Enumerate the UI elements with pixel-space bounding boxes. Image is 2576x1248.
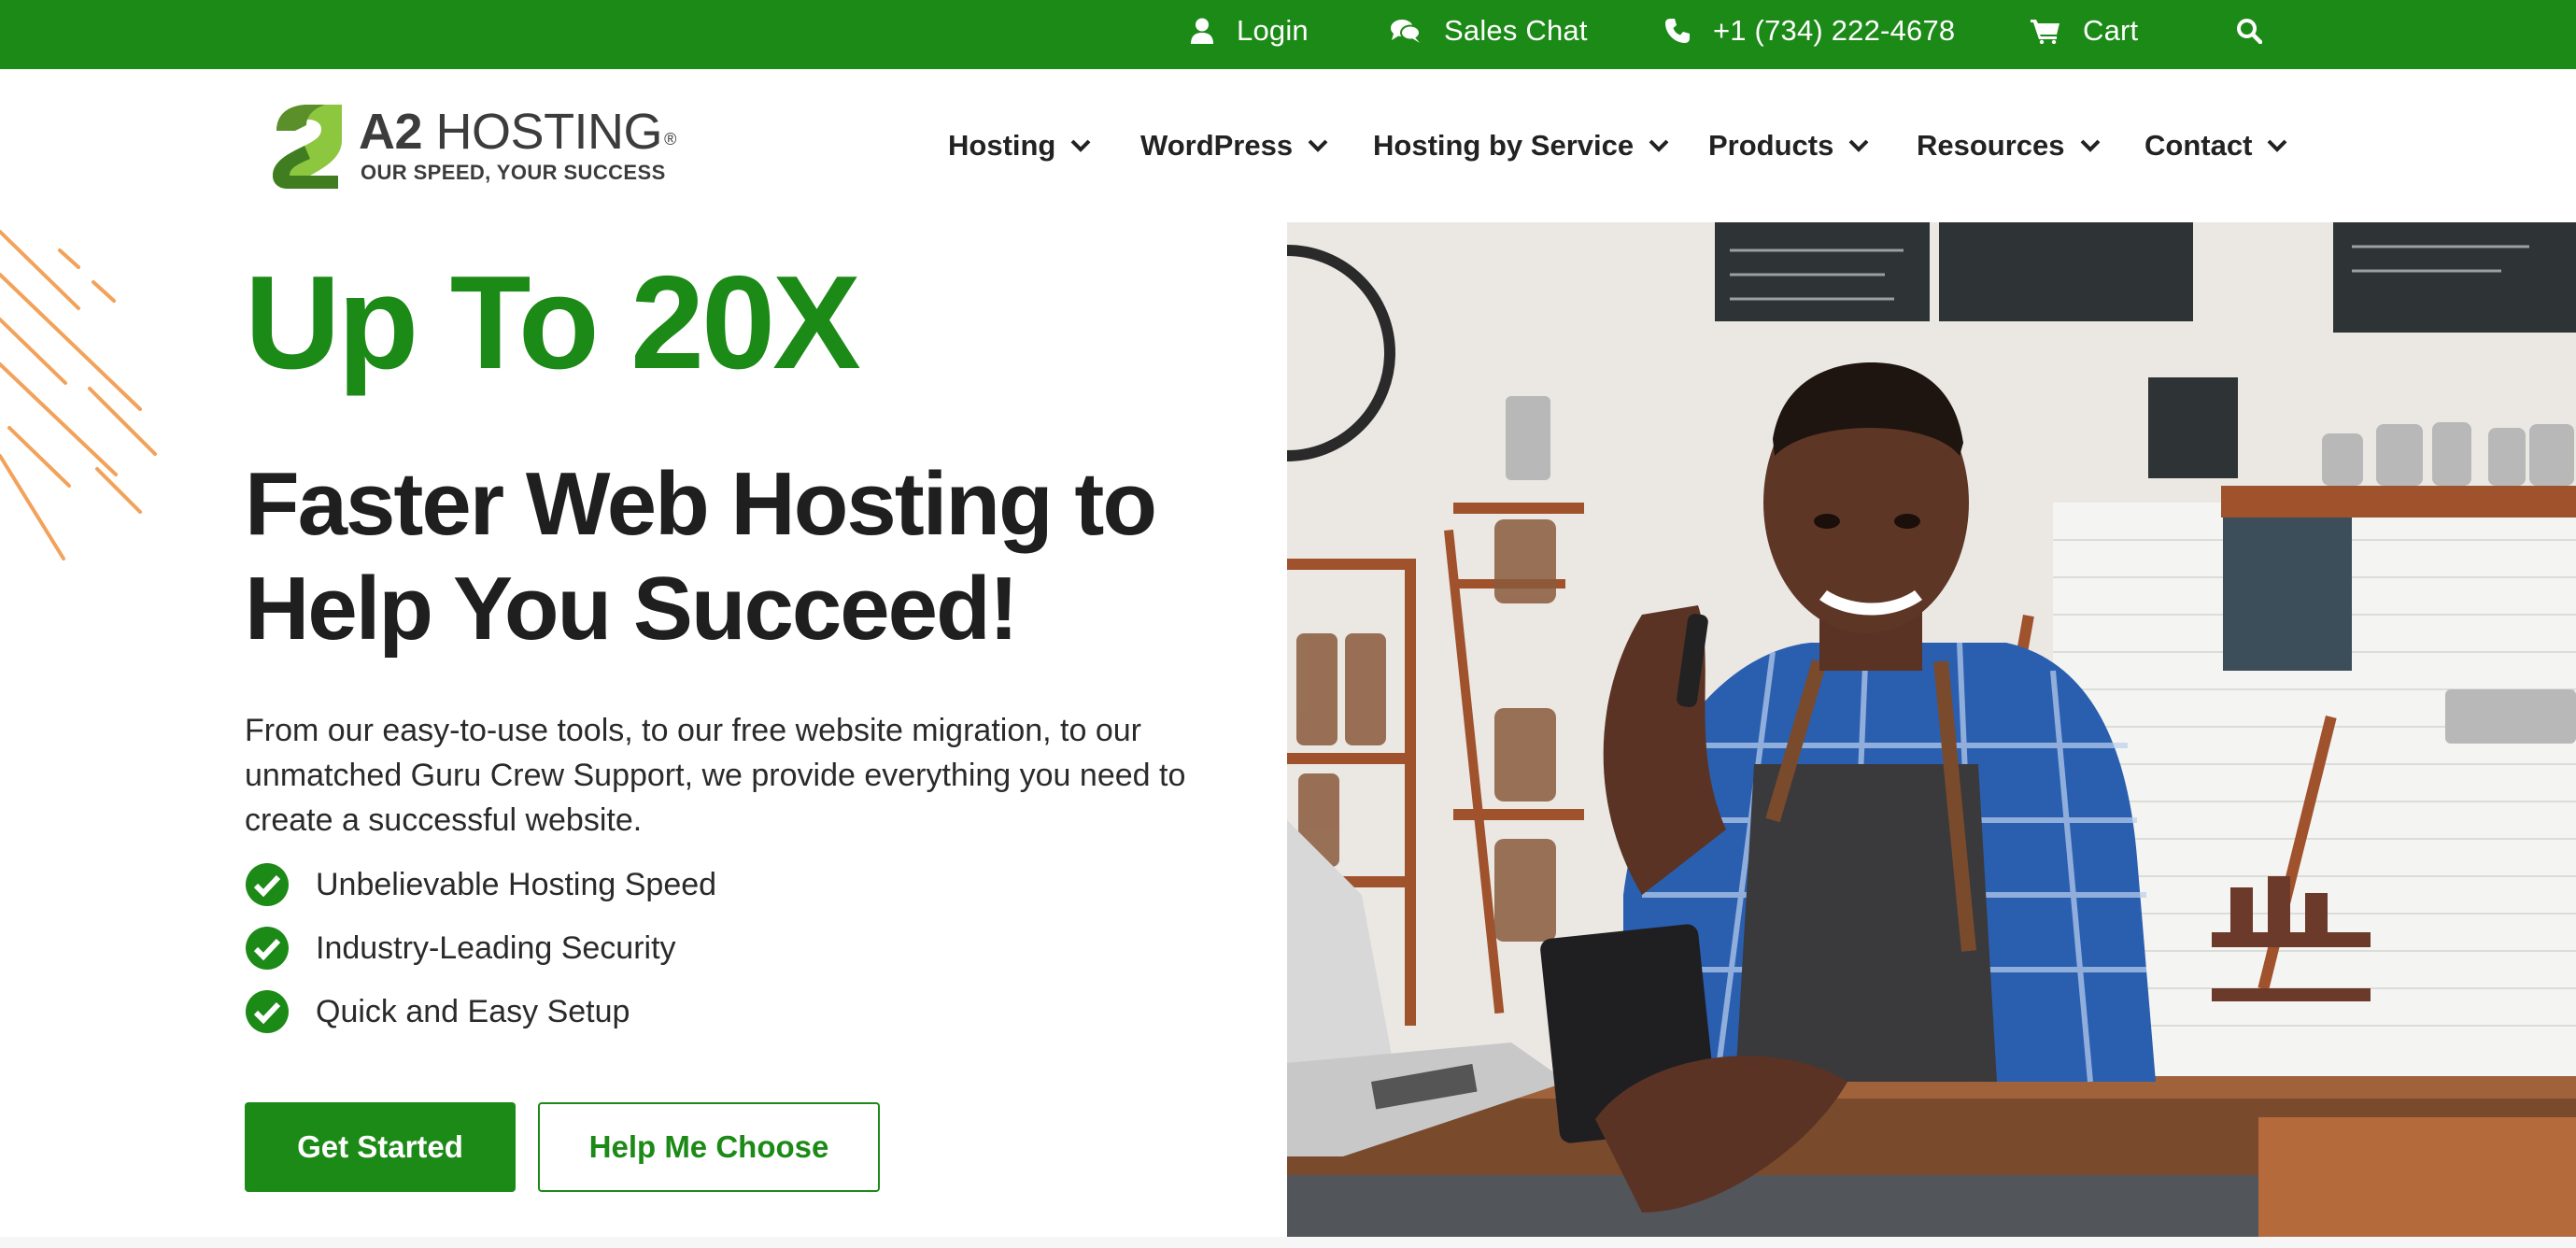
cart-icon — [2031, 20, 2059, 44]
top-utility-bar: Login Sales Chat +1 (734) 222-4678 Cart — [0, 0, 2576, 69]
help-me-choose-button[interactable]: Help Me Choose — [538, 1102, 880, 1192]
nav-resources-label: Resources — [1917, 129, 2065, 162]
login-link[interactable]: Login — [1190, 0, 1309, 62]
logo-tagline: OUR SPEED, YOUR SUCCESS — [361, 161, 666, 184]
check-circle-icon — [246, 927, 289, 970]
chevron-down-icon — [1649, 139, 1669, 152]
chat-bubbles-icon — [1391, 20, 1421, 43]
cart-link[interactable]: Cart — [2031, 0, 2138, 62]
search-button[interactable] — [2236, 0, 2262, 62]
hero-title-line-1: Faster Web Hosting to — [245, 454, 1157, 554]
hero-photo — [1287, 222, 2576, 1237]
hero-description: From our easy-to-use tools, to our free … — [245, 713, 1186, 838]
a2-hosting-logo[interactable]: A2 HOSTING ® OUR SPEED, YOUR SUCCESS — [269, 101, 676, 191]
hero-title: Faster Web Hosting to Help You Succeed! — [245, 452, 1272, 661]
chevron-down-icon — [1070, 139, 1091, 152]
nav-hosting[interactable]: Hosting — [948, 123, 1091, 168]
hero-photo-illustration — [1287, 222, 2576, 1237]
logo-brand: A2 — [359, 104, 423, 160]
login-label: Login — [1237, 14, 1309, 47]
logo-name-text: HOSTING — [435, 104, 663, 160]
nav-resources[interactable]: Resources — [1917, 123, 2101, 168]
phone-number: +1 (734) 222-4678 — [1713, 14, 1956, 47]
chevron-down-icon — [2267, 139, 2287, 152]
phone-link[interactable]: +1 (734) 222-4678 — [1664, 0, 1955, 62]
nav-products-label: Products — [1708, 129, 1834, 162]
search-icon — [2237, 19, 2262, 44]
chevron-down-icon — [2080, 139, 2100, 152]
chevron-down-icon — [1848, 139, 1869, 152]
feature-label: Unbelievable Hosting Speed — [316, 866, 717, 902]
nav-hosting-label: Hosting — [948, 129, 1056, 162]
sales-chat-link[interactable]: Sales Chat — [1390, 0, 1588, 62]
feature-item: Industry-Leading Security — [245, 925, 676, 971]
page-bottom-edge — [0, 1237, 2576, 1248]
nav-hosting-by-service[interactable]: Hosting by Service — [1373, 123, 1669, 168]
hero-kicker: Up To 20X — [245, 248, 861, 397]
nav-hosting-by-service-label: Hosting by Service — [1373, 129, 1635, 162]
feature-item: Quick and Easy Setup — [245, 988, 630, 1035]
check-circle-icon — [246, 863, 289, 906]
nav-wordpress[interactable]: WordPress — [1140, 123, 1328, 168]
feature-item: Unbelievable Hosting Speed — [245, 861, 716, 908]
nav-contact-label: Contact — [2144, 129, 2253, 162]
decorative-stripes — [0, 230, 157, 560]
feature-label: Quick and Easy Setup — [316, 993, 630, 1029]
user-icon — [1191, 18, 1213, 44]
nav-products[interactable]: Products — [1708, 123, 1869, 168]
chevron-down-icon — [1308, 139, 1328, 152]
nav-contact[interactable]: Contact — [2144, 123, 2287, 168]
check-circle-icon — [246, 990, 289, 1033]
hero-title-line-2: Help You Succeed! — [245, 559, 1019, 659]
registered-mark: ® — [664, 130, 676, 149]
cart-label: Cart — [2083, 14, 2139, 47]
sales-chat-label: Sales Chat — [1444, 14, 1588, 47]
feature-label: Industry-Leading Security — [316, 929, 676, 966]
logo-wordmark: A2 HOSTING ® — [359, 106, 676, 157]
a2-logo-mark-icon — [273, 105, 342, 189]
phone-icon — [1665, 19, 1690, 43]
get-started-button[interactable]: Get Started — [245, 1102, 516, 1192]
nav-wordpress-label: WordPress — [1140, 129, 1294, 162]
